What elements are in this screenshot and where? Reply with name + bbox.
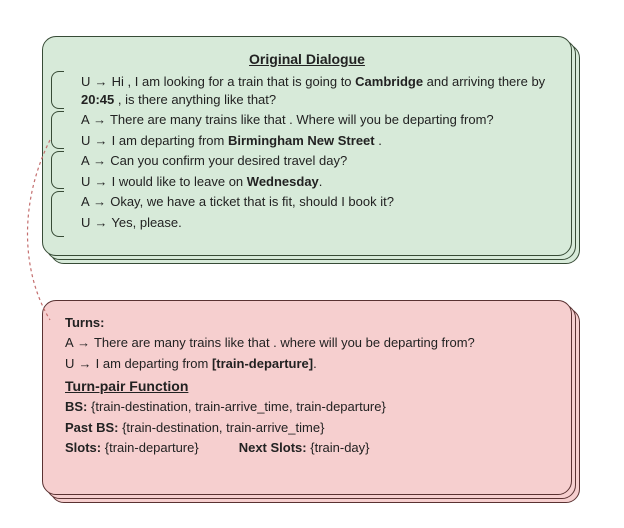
card-front: Original Dialogue U → Hi , I am looking …: [42, 36, 572, 256]
bold-slot: Wednesday: [247, 174, 319, 189]
original-dialogue-title: Original Dialogue: [61, 51, 553, 67]
segment: .: [319, 174, 323, 189]
bold-slot: 20:45: [81, 92, 114, 107]
arrow-icon: →: [94, 214, 108, 232]
dialogue-line: A → Okay, we have a ticket that is fit, …: [81, 193, 553, 211]
diagram-root: Original Dialogue U → Hi , I am looking …: [0, 0, 624, 528]
slots-label: Slots:: [65, 440, 101, 455]
speaker: U: [65, 356, 74, 371]
arrow-icon: →: [93, 193, 107, 211]
bold-slot: Birmingham New Street: [228, 133, 375, 148]
bs-row: BS: {train-destination, train-arrive_tim…: [65, 398, 549, 416]
next-slots-group: Next Slots: {train-day}: [239, 439, 370, 457]
arrow-icon: →: [94, 173, 108, 191]
speaker: A: [81, 153, 89, 168]
dialogue-line: U → I am departing from Birmingham New S…: [81, 132, 553, 150]
segment: There are many trains like that . where …: [94, 335, 475, 350]
arrow-icon: →: [77, 334, 91, 352]
past-bs-label: Past BS:: [65, 420, 118, 435]
dialogue-line: A → There are many trains like that . Wh…: [81, 111, 553, 129]
turn-pair-function-title: Turn-pair Function: [65, 378, 549, 394]
slots-group: Slots: {train-departure}: [65, 439, 199, 457]
segment: Yes, please.: [111, 215, 181, 230]
original-dialogue-lines: U → Hi , I am looking for a train that i…: [81, 73, 553, 231]
arrow-icon: →: [93, 152, 107, 170]
segment: .: [313, 356, 317, 371]
bs-value: {train-destination, train-arrive_time, t…: [91, 399, 386, 414]
arrow-icon: →: [93, 111, 107, 129]
original-dialogue-card: Original Dialogue U → Hi , I am looking …: [42, 36, 572, 256]
dialogue-line: A → Can you confirm your desired travel …: [81, 152, 553, 170]
bold-slot: [train-departure]: [212, 356, 313, 371]
turn-pair-card: Turns: A → There are many trains like th…: [42, 300, 572, 495]
past-bs-row: Past BS: {train-destination, train-arriv…: [65, 419, 549, 437]
bold-slot: Cambridge: [355, 74, 423, 89]
dialogue-line: A → There are many trains like that . wh…: [65, 334, 549, 352]
dialogue-line: U → Yes, please.: [81, 214, 553, 232]
segment: Okay, we have a ticket that is fit, shou…: [110, 194, 394, 209]
dialogue-line: U → I would like to leave on Wednesday.: [81, 173, 553, 191]
next-slots-value: {train-day}: [310, 440, 369, 455]
speaker: U: [81, 174, 90, 189]
slots-value: {train-departure}: [105, 440, 199, 455]
card-front: Turns: A → There are many trains like th…: [42, 300, 572, 495]
bs-label: BS:: [65, 399, 87, 414]
segment: I am departing from: [112, 133, 228, 148]
turns-heading: Turns:: [65, 315, 549, 330]
segment: I would like to leave on: [112, 174, 247, 189]
arrow-icon: →: [78, 355, 92, 373]
speaker: U: [81, 74, 90, 89]
slots-row: Slots: {train-departure} Next Slots: {tr…: [65, 439, 549, 457]
segment: Hi , I am looking for a train that is go…: [112, 74, 356, 89]
segment: There are many trains like that . Where …: [110, 112, 494, 127]
segment: I am departing from: [96, 356, 212, 371]
segment: .: [375, 133, 382, 148]
segment: and arriving there by: [423, 74, 545, 89]
next-slots-label: Next Slots:: [239, 440, 307, 455]
brace-decoration: [51, 71, 65, 241]
speaker: A: [65, 335, 73, 350]
speaker: A: [81, 112, 89, 127]
dialogue-line: U → I am departing from [train-departure…: [65, 355, 549, 373]
speaker: A: [81, 194, 89, 209]
speaker: U: [81, 215, 90, 230]
arrow-icon: →: [94, 73, 108, 91]
segment: Can you confirm your desired travel day?: [110, 153, 347, 168]
speaker: U: [81, 133, 90, 148]
segment: , is there anything like that?: [114, 92, 276, 107]
arrow-icon: →: [94, 132, 108, 150]
dialogue-line: U → Hi , I am looking for a train that i…: [81, 73, 553, 108]
past-bs-value: {train-destination, train-arrive_time}: [122, 420, 324, 435]
